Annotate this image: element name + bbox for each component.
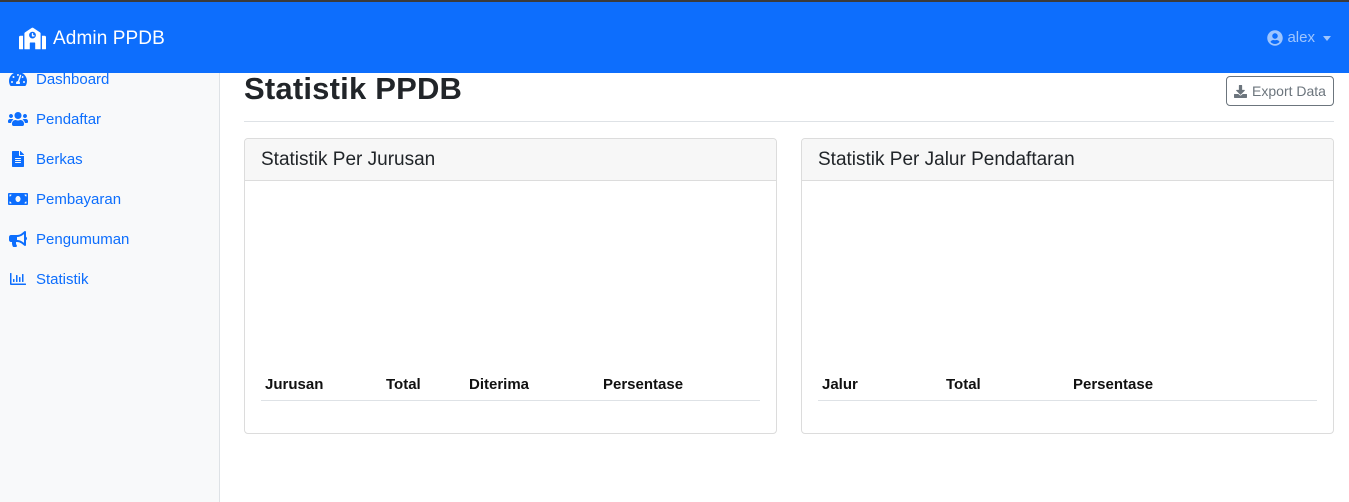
sidebar-item-pengumuman[interactable]: Pengumuman: [8, 227, 129, 251]
top-navbar: Admin PPDB alex: [0, 2, 1349, 73]
card-header: Statistik Per Jurusan: [245, 139, 776, 181]
chart-bar-icon: [10, 273, 26, 285]
sidebar-item-pembayaran[interactable]: Pembayaran: [8, 187, 121, 211]
column-header-total: Total: [946, 376, 981, 393]
sidebar-item-label: Dashboard: [36, 70, 110, 88]
sidebar-item-label: Pendaftar: [36, 110, 102, 128]
card-statistik-jurusan: Statistik Per Jurusan Jurusan Total Dite…: [244, 138, 777, 434]
sidebar-item-label: Statistik: [36, 270, 89, 288]
sidebar-item-statistik[interactable]: Statistik: [8, 267, 89, 291]
user-circle-icon: [1267, 29, 1284, 46]
page-title: Statistik PPDB: [244, 71, 463, 106]
table-header-border: [818, 400, 1317, 401]
users-icon: [8, 112, 28, 126]
export-data-label: Export Data: [1252, 83, 1326, 99]
card-header: Statistik Per Jalur Pendaftaran: [802, 139, 1333, 181]
user-dropdown[interactable]: alex: [1267, 29, 1331, 46]
main-content: Statistik PPDB Export Data Statistik Per…: [220, 71, 1349, 502]
sidebar: Dashboard Pendaftar Berkas Pembayaran Pe…: [0, 70, 220, 502]
sidebar-item-berkas[interactable]: Berkas: [8, 147, 83, 171]
file-icon: [12, 151, 24, 167]
card-statistik-jalur: Statistik Per Jalur Pendaftaran Jalur To…: [801, 138, 1334, 434]
download-icon: [1234, 84, 1248, 98]
export-data-button[interactable]: Export Data: [1226, 76, 1334, 106]
column-header-persentase: Persentase: [1073, 376, 1154, 393]
brand-title: Admin PPDB: [53, 27, 165, 49]
sidebar-item-label: Berkas: [36, 150, 83, 168]
bullhorn-icon: [9, 231, 27, 247]
school-icon: [19, 27, 46, 50]
column-header-jurusan: Jurusan: [265, 376, 324, 393]
tachometer-icon: [9, 72, 27, 86]
sidebar-item-label: Pembayaran: [36, 190, 122, 208]
brand-link[interactable]: Admin PPDB: [19, 26, 165, 51]
user-name: alex: [1287, 29, 1315, 46]
sidebar-item-pendaftar[interactable]: Pendaftar: [8, 107, 101, 131]
column-header-total: Total: [386, 376, 421, 393]
chevron-down-icon: [1323, 35, 1331, 41]
card-title: Statistik Per Jurusan: [261, 148, 436, 170]
column-header-jalur: Jalur: [822, 376, 858, 393]
table-header-border: [261, 400, 760, 401]
column-header-persentase: Persentase: [603, 376, 684, 393]
card-title: Statistik Per Jalur Pendaftaran: [818, 148, 1075, 170]
money-bill-icon: [8, 193, 28, 205]
sidebar-item-label: Pengumuman: [36, 230, 130, 248]
column-header-diterima: Diterima: [469, 376, 530, 393]
title-divider: [244, 121, 1334, 122]
